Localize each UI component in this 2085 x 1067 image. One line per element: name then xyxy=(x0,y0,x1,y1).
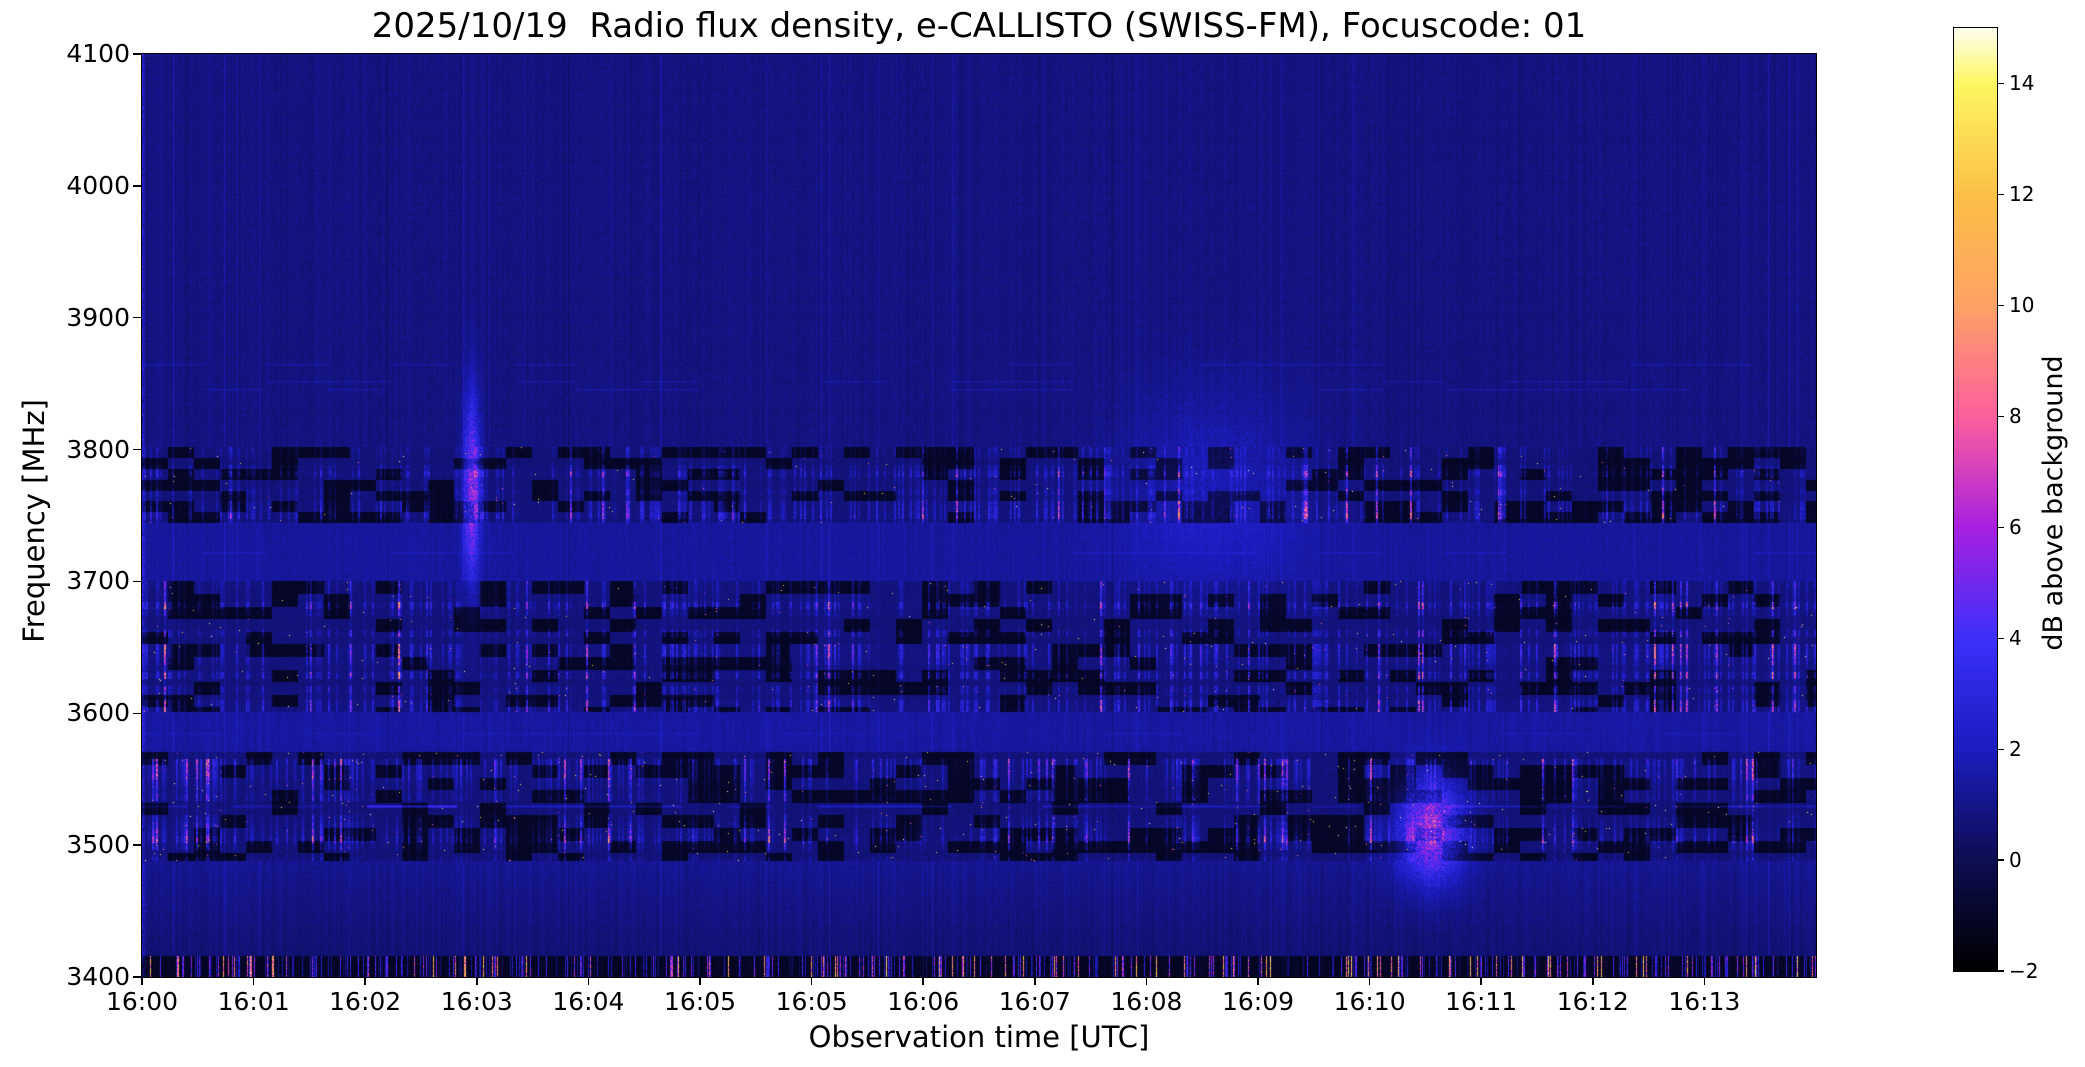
colorbar-tick xyxy=(1997,304,2004,306)
x-axis-tick xyxy=(1703,977,1706,985)
x-tick-label: 16:12 xyxy=(1556,987,1629,1016)
x-tick-label: 16:02 xyxy=(329,987,402,1016)
y-tick-label: 3400 xyxy=(66,962,130,991)
x-tick-label: 16:05 xyxy=(663,987,737,1016)
y-axis-tick xyxy=(133,316,142,319)
colorbar-tick-label: 0 xyxy=(2009,848,2022,873)
colorbar-tick-label: 12 xyxy=(2009,182,2035,207)
y-tick-label: 3800 xyxy=(66,434,130,464)
colorbar-tick xyxy=(1997,970,2004,972)
y-axis-label: Frequency [MHz] xyxy=(17,399,51,643)
colorbar-tick-label: 6 xyxy=(2009,515,2022,540)
colorbar-tick-label: 10 xyxy=(2009,293,2035,318)
colorbar-tick xyxy=(1997,415,2004,417)
x-axis-label: Observation time [UTC] xyxy=(808,1020,1150,1054)
x-axis-tick xyxy=(1145,977,1148,985)
colorbar-tick xyxy=(1997,193,2004,195)
y-tick-label: 3500 xyxy=(66,830,130,860)
y-tick-label: 3700 xyxy=(66,566,130,596)
x-axis-tick xyxy=(1257,977,1259,985)
colorbar-tick xyxy=(1997,526,2004,528)
y-tick-label: 3900 xyxy=(66,302,130,332)
x-tick-label: 16:09 xyxy=(1221,987,1295,1016)
colorbar-tick xyxy=(1997,748,2004,750)
y-axis-tick xyxy=(133,53,142,55)
spectrogram-figure: 2025/10/19 Radio flux density, e-CALLIST… xyxy=(0,0,2085,1067)
x-tick-label: 16:06 xyxy=(887,987,960,1016)
x-tick-label: 16:00 xyxy=(105,987,179,1016)
x-axis-tick xyxy=(141,977,143,985)
x-axis-tick xyxy=(810,977,813,985)
y-axis-tick xyxy=(133,844,142,846)
y-tick-label: 4100 xyxy=(66,39,130,68)
x-tick-label: 16:08 xyxy=(1110,987,1183,1016)
x-axis-tick xyxy=(1368,977,1371,985)
x-tick-label: 16:11 xyxy=(1445,987,1518,1016)
y-axis-tick xyxy=(133,712,142,715)
spectrogram-canvas xyxy=(141,53,1817,978)
colorbar-tick-label: 8 xyxy=(2009,404,2022,429)
y-tick-label: 3600 xyxy=(66,698,130,728)
colorbar-tick xyxy=(1997,637,2004,639)
x-tick-label: 16:05 xyxy=(775,987,848,1016)
y-tick-label: 4000 xyxy=(66,170,130,200)
y-axis-tick xyxy=(133,976,142,978)
colorbar-tick-label: 4 xyxy=(2009,626,2022,651)
x-axis-tick xyxy=(476,977,478,985)
x-tick-label: 16:03 xyxy=(440,987,513,1016)
x-axis-tick xyxy=(587,977,590,985)
y-axis-tick xyxy=(133,580,142,583)
colorbar-label: dB above background xyxy=(2038,355,2069,651)
colorbar-tick-label: 2 xyxy=(2009,737,2022,762)
x-tick-label: 16:04 xyxy=(552,987,625,1016)
x-tick-label: 16:07 xyxy=(998,987,1071,1016)
x-axis-tick xyxy=(1034,977,1036,985)
x-axis-tick xyxy=(252,977,255,985)
x-tick-label: 16:13 xyxy=(1668,987,1741,1016)
x-tick-label: 16:01 xyxy=(217,987,290,1016)
x-axis-tick xyxy=(922,977,924,985)
x-axis-tick xyxy=(1592,977,1594,985)
x-tick-label: 16:10 xyxy=(1333,987,1406,1016)
chart-title: 2025/10/19 Radio flux density, e-CALLIST… xyxy=(371,6,1587,46)
colorbar-tick-label: 14 xyxy=(2009,71,2035,96)
x-axis-tick xyxy=(1480,977,1482,985)
colorbar-canvas xyxy=(1953,27,1998,972)
y-axis-tick xyxy=(133,448,142,451)
y-axis-tick xyxy=(133,185,142,187)
colorbar-tick xyxy=(1997,859,2004,861)
x-axis-tick xyxy=(699,977,701,985)
colorbar-tick-label: −2 xyxy=(2009,959,2039,983)
x-axis-tick xyxy=(364,977,366,985)
colorbar-tick xyxy=(1997,82,2004,85)
